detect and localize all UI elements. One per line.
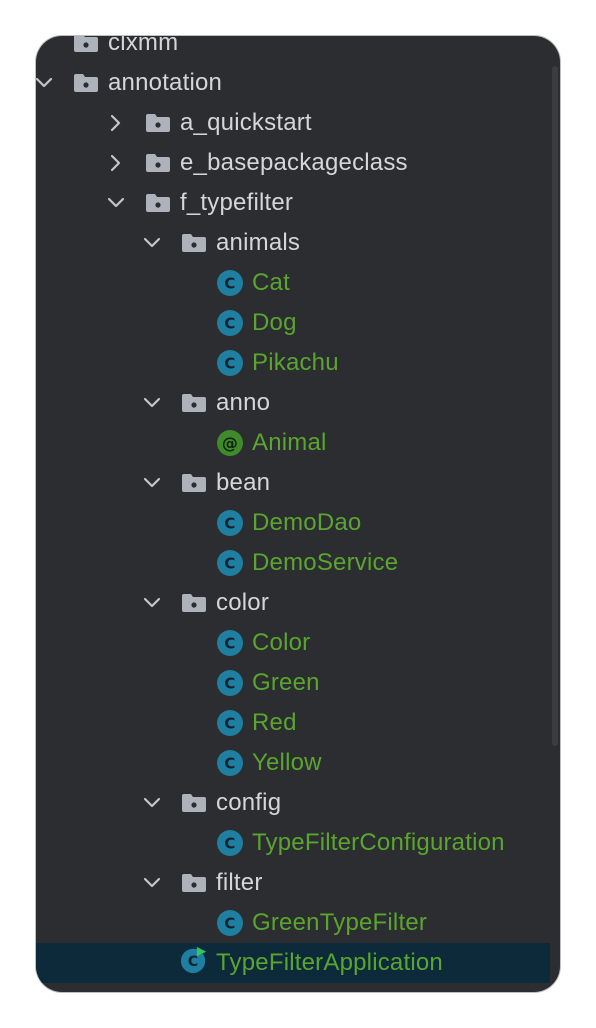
chevron-down-icon[interactable]: [142, 873, 162, 893]
chevron-down-icon[interactable]: [142, 593, 162, 613]
tree-item-label: config: [216, 789, 282, 816]
tree-row-bean[interactable]: bean: [36, 463, 550, 503]
package-folder-icon: [72, 69, 100, 97]
chevron-down-icon[interactable]: [142, 233, 162, 253]
chevron-down-icon[interactable]: [106, 193, 126, 213]
tree-row-pikachu[interactable]: C Pikachu: [36, 343, 550, 383]
chevron-down-icon[interactable]: [142, 793, 162, 813]
class-icon: C: [216, 669, 244, 697]
svg-text:C: C: [224, 915, 235, 933]
runnable-class-icon: C: [180, 946, 208, 974]
tree-item-label: f_typefilter: [180, 189, 294, 216]
svg-text:C: C: [224, 315, 235, 333]
tree-item-label: TypeFilterApplication: [216, 949, 443, 976]
tree-row-greentypefilter[interactable]: C GreenTypeFilter: [36, 903, 550, 943]
tree-row-f-typefilter[interactable]: f_typefilter: [36, 183, 550, 223]
tree-row-clxmm[interactable]: clxmm: [36, 36, 550, 63]
annotation-icon: @: [216, 429, 244, 457]
package-folder-icon: [180, 789, 208, 817]
tree-item-label: Yellow: [252, 749, 322, 776]
tree-row-typefilterconfiguration[interactable]: C TypeFilterConfiguration: [36, 823, 550, 863]
tree-item-label: Cat: [252, 269, 290, 296]
tree-row-a-quickstart[interactable]: a_quickstart: [36, 103, 550, 143]
chevron-right-icon[interactable]: [106, 113, 126, 133]
svg-text:C: C: [224, 635, 235, 653]
chevron-down-icon[interactable]: [142, 473, 162, 493]
tree-row-typefilterapplication[interactable]: C TypeFilterApplication: [36, 943, 550, 983]
tree-row-e-basepackageclass[interactable]: e_basepackageclass: [36, 143, 550, 183]
tree-row-annotation[interactable]: annotation: [36, 63, 550, 103]
chevron-down-icon[interactable]: [36, 73, 54, 93]
package-folder-icon: [144, 109, 172, 137]
tree-item-label: DemoService: [252, 549, 399, 576]
tree-row-color[interactable]: color: [36, 583, 550, 623]
tree-row-cat[interactable]: C Cat: [36, 263, 550, 303]
svg-text:C: C: [224, 275, 235, 293]
class-icon: C: [216, 349, 244, 377]
tree-item-label: anno: [216, 389, 271, 416]
tree-row-demodao[interactable]: C DemoDao: [36, 503, 550, 543]
project-tree[interactable]: clxmm annotation a_quickstart e_basepackage…: [36, 36, 560, 983]
tree-item-label: Red: [252, 709, 297, 736]
project-tree-window: clxmm annotation a_quickstart e_basepackage…: [36, 36, 560, 992]
tree-item-label: a_quickstart: [180, 109, 312, 136]
svg-text:C: C: [224, 555, 235, 573]
tree-row-green[interactable]: C Green: [36, 663, 550, 703]
tree-row-filter[interactable]: filter: [36, 863, 550, 903]
svg-text:C: C: [224, 675, 235, 693]
class-icon: C: [216, 309, 244, 337]
tree-item-label: Green: [252, 669, 320, 696]
class-icon: C: [216, 709, 244, 737]
tree-item-label: Color: [252, 629, 311, 656]
tree-row-dog[interactable]: C Dog: [36, 303, 550, 343]
svg-text:C: C: [224, 755, 235, 773]
tree-item-label: annotation: [108, 69, 223, 96]
tree-item-label: Animal: [252, 429, 327, 456]
class-icon: C: [216, 549, 244, 577]
tree-row-red[interactable]: C Red: [36, 703, 550, 743]
svg-text:@: @: [222, 434, 238, 453]
tree-item-label: GreenTypeFilter: [252, 909, 428, 936]
tree-item-label: Dog: [252, 309, 297, 336]
svg-text:C: C: [224, 715, 235, 733]
tree-item-label: DemoDao: [252, 509, 362, 536]
class-icon: C: [216, 629, 244, 657]
package-folder-icon: [144, 189, 172, 217]
svg-text:C: C: [224, 515, 235, 533]
package-folder-icon: [180, 589, 208, 617]
package-folder-icon: [180, 389, 208, 417]
tree-row-color[interactable]: C Color: [36, 623, 550, 663]
class-icon: C: [216, 509, 244, 537]
tree-item-label: e_basepackageclass: [180, 149, 408, 176]
tree-row-anno[interactable]: anno: [36, 383, 550, 423]
tree-item-label: TypeFilterConfiguration: [252, 829, 505, 856]
package-folder-icon: [72, 36, 100, 57]
tree-item-label: color: [216, 589, 270, 616]
chevron-down-icon[interactable]: [142, 393, 162, 413]
tree-row-yellow[interactable]: C Yellow: [36, 743, 550, 783]
svg-text:C: C: [224, 355, 235, 373]
tree-item-label: animals: [216, 229, 301, 256]
class-icon: C: [216, 269, 244, 297]
package-folder-icon: [180, 469, 208, 497]
class-icon: C: [216, 829, 244, 857]
tree-item-label: bean: [216, 469, 271, 496]
class-icon: C: [216, 749, 244, 777]
tree-row-config[interactable]: config: [36, 783, 550, 823]
tree-row-animal[interactable]: @ Animal: [36, 423, 550, 463]
tree-row-animals[interactable]: animals: [36, 223, 550, 263]
tree-item-label: clxmm: [108, 36, 179, 56]
tree-item-label: filter: [216, 869, 263, 896]
svg-text:C: C: [188, 954, 198, 970]
class-icon: C: [216, 909, 244, 937]
tree-item-label: Pikachu: [252, 349, 339, 376]
scrollbar[interactable]: [552, 66, 558, 746]
svg-text:C: C: [224, 835, 235, 853]
package-folder-icon: [180, 229, 208, 257]
tree-row-demoservice[interactable]: C DemoService: [36, 543, 550, 583]
package-folder-icon: [144, 149, 172, 177]
package-folder-icon: [180, 869, 208, 897]
chevron-right-icon[interactable]: [106, 153, 126, 173]
